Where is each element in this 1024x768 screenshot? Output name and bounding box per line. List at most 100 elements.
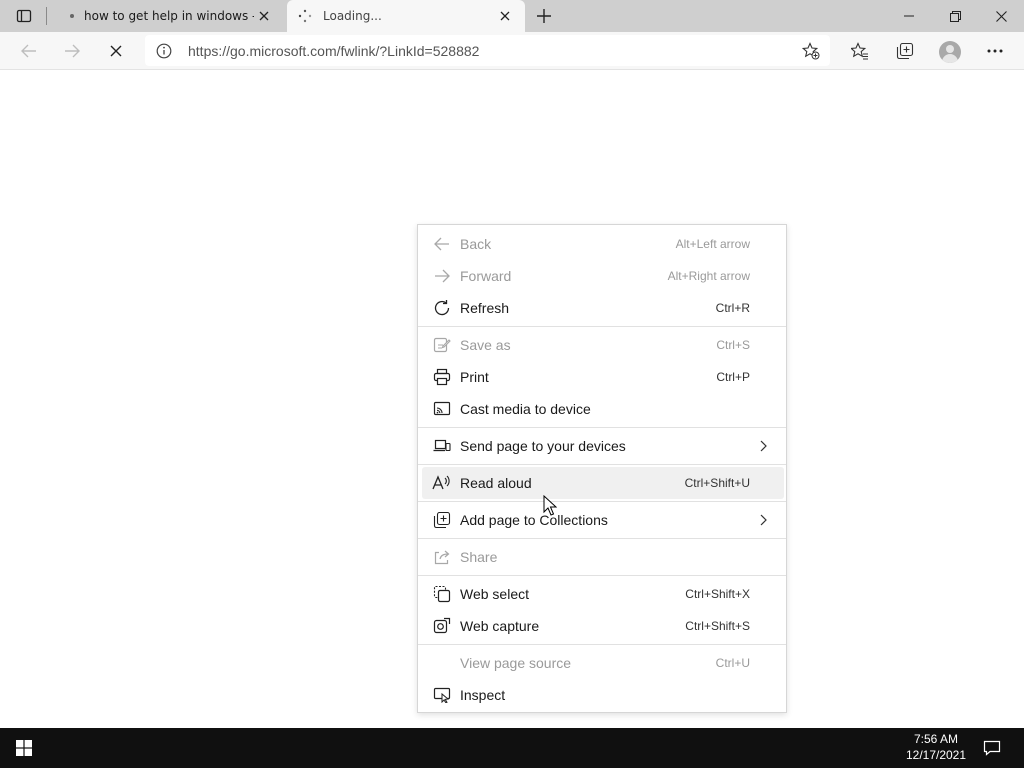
minimize-button[interactable] [886,0,932,32]
web-select-icon [433,585,451,603]
close-icon [259,11,269,21]
restore-button[interactable] [932,0,978,32]
menu-item-label: Back [460,236,492,252]
tab-actions-icon [16,9,32,23]
menu-item-read-aloud[interactable]: Read aloud Ctrl+Shift+U [422,467,784,499]
menu-separator [418,326,786,327]
refresh-icon [434,300,450,316]
chevron-right-icon [760,440,767,452]
menu-item-add-to-collections[interactable]: Add page to Collections [422,504,784,536]
arrow-right-icon [435,269,450,283]
menu-item-save-as[interactable]: Save as Ctrl+S [422,329,784,361]
menu-separator [418,538,786,539]
title-bar: how to get help in windows - Se Loading.… [0,0,1024,32]
menu-separator [418,427,786,428]
menu-item-back[interactable]: Back Alt+Left arrow [422,228,784,260]
ellipsis-icon [987,49,1003,53]
clock-date: 12/17/2021 [905,748,967,762]
minimize-icon [904,15,914,17]
tab-separator [46,7,47,25]
menu-item-label: Print [460,369,489,385]
taskbar: 7:56 AM 12/17/2021 [0,728,1024,768]
menu-item-refresh[interactable]: Refresh Ctrl+R [422,292,784,324]
menu-item-label: Share [460,549,498,565]
collections-icon [896,42,914,60]
browser-toolbar: https://go.microsoft.com/fwlink/?LinkId=… [0,32,1024,70]
menu-item-label: View page source [460,655,572,671]
menu-item-label: Forward [460,268,512,284]
share-icon [434,550,450,565]
menu-item-print[interactable]: Print Ctrl+P [422,361,784,393]
tab-favicon [70,14,74,18]
menu-item-cast-media[interactable]: Cast media to device [422,393,784,425]
avatar-head [946,45,954,53]
start-button[interactable] [0,728,48,768]
menu-item-forward[interactable]: Forward Alt+Right arrow [422,260,784,292]
tab-close-button[interactable] [254,6,274,26]
address-bar[interactable]: https://go.microsoft.com/fwlink/?LinkId=… [145,35,830,66]
favorites-icon [851,42,868,60]
restore-icon [949,10,961,22]
tab-title: Loading... [323,9,382,23]
close-icon [995,10,1007,22]
close-icon [500,11,510,21]
stop-loading-button[interactable] [101,36,131,66]
chevron-right-icon [760,514,767,526]
windows-logo-icon [16,740,32,756]
read-aloud-icon [432,475,450,490]
add-favorite-button[interactable] [800,40,822,62]
collections-add-icon [433,511,451,529]
context-menu: Back Alt+Left arrow Forward Alt+Right ar… [417,224,787,713]
menu-item-shortcut: Alt+Left arrow [675,237,750,251]
menu-item-shortcut: Ctrl+S [716,338,750,352]
plus-icon [537,9,551,23]
info-icon [156,43,172,58]
favorites-button[interactable] [845,36,875,66]
back-button[interactable] [14,36,44,66]
menu-separator [418,644,786,645]
site-info-button[interactable] [145,43,183,59]
tab-title: how to get help in windows - Se [84,9,254,23]
tab-search[interactable]: how to get help in windows - Se [56,0,284,32]
url-text: https://go.microsoft.com/fwlink/?LinkId=… [188,42,480,59]
tab-loading[interactable]: Loading... [287,0,525,32]
forward-button[interactable] [57,36,87,66]
menu-item-shortcut: Ctrl+R [715,301,750,315]
avatar[interactable] [939,41,961,63]
new-tab-button[interactable] [532,4,556,28]
send-to-device-icon [433,439,451,452]
tab-close-button[interactable] [495,6,515,26]
web-capture-icon [433,617,451,634]
collections-button[interactable] [890,36,920,66]
window-close-button[interactable] [978,0,1024,32]
arrow-left-icon [434,237,449,251]
menu-item-shortcut: Ctrl+P [716,370,750,384]
tab-actions-button[interactable] [10,6,38,26]
menu-item-send-to-devices[interactable]: Send page to your devices [422,430,784,462]
print-icon [433,368,451,386]
cast-icon [433,401,451,416]
save-as-icon [433,337,451,353]
menu-item-inspect[interactable]: Inspect [422,679,784,711]
menu-item-label: Cast media to device [460,401,591,417]
system-clock[interactable]: 7:56 AM 12/17/2021 [896,731,976,763]
close-icon [110,45,122,57]
menu-item-label: Read aloud [460,475,532,491]
menu-item-label: Inspect [460,687,506,703]
menu-separator [418,501,786,502]
menu-item-shortcut: Alt+Right arrow [667,269,750,283]
settings-more-button[interactable] [980,36,1010,66]
inspect-icon [433,687,451,703]
action-center-button[interactable] [980,736,1004,760]
menu-item-web-capture[interactable]: Web capture Ctrl+Shift+S [422,610,784,642]
menu-item-share[interactable]: Share [422,541,784,573]
menu-item-shortcut: Ctrl+Shift+X [685,587,750,601]
loading-spinner-icon [297,8,313,24]
menu-item-label: Web select [460,586,529,602]
menu-item-label: Web capture [460,618,540,634]
menu-item-label: Send page to your devices [460,438,626,454]
menu-item-label: Add page to Collections [460,512,608,528]
menu-item-view-source[interactable]: View page source Ctrl+U [422,647,784,679]
menu-separator [418,575,786,576]
menu-item-web-select[interactable]: Web select Ctrl+Shift+X [422,578,784,610]
